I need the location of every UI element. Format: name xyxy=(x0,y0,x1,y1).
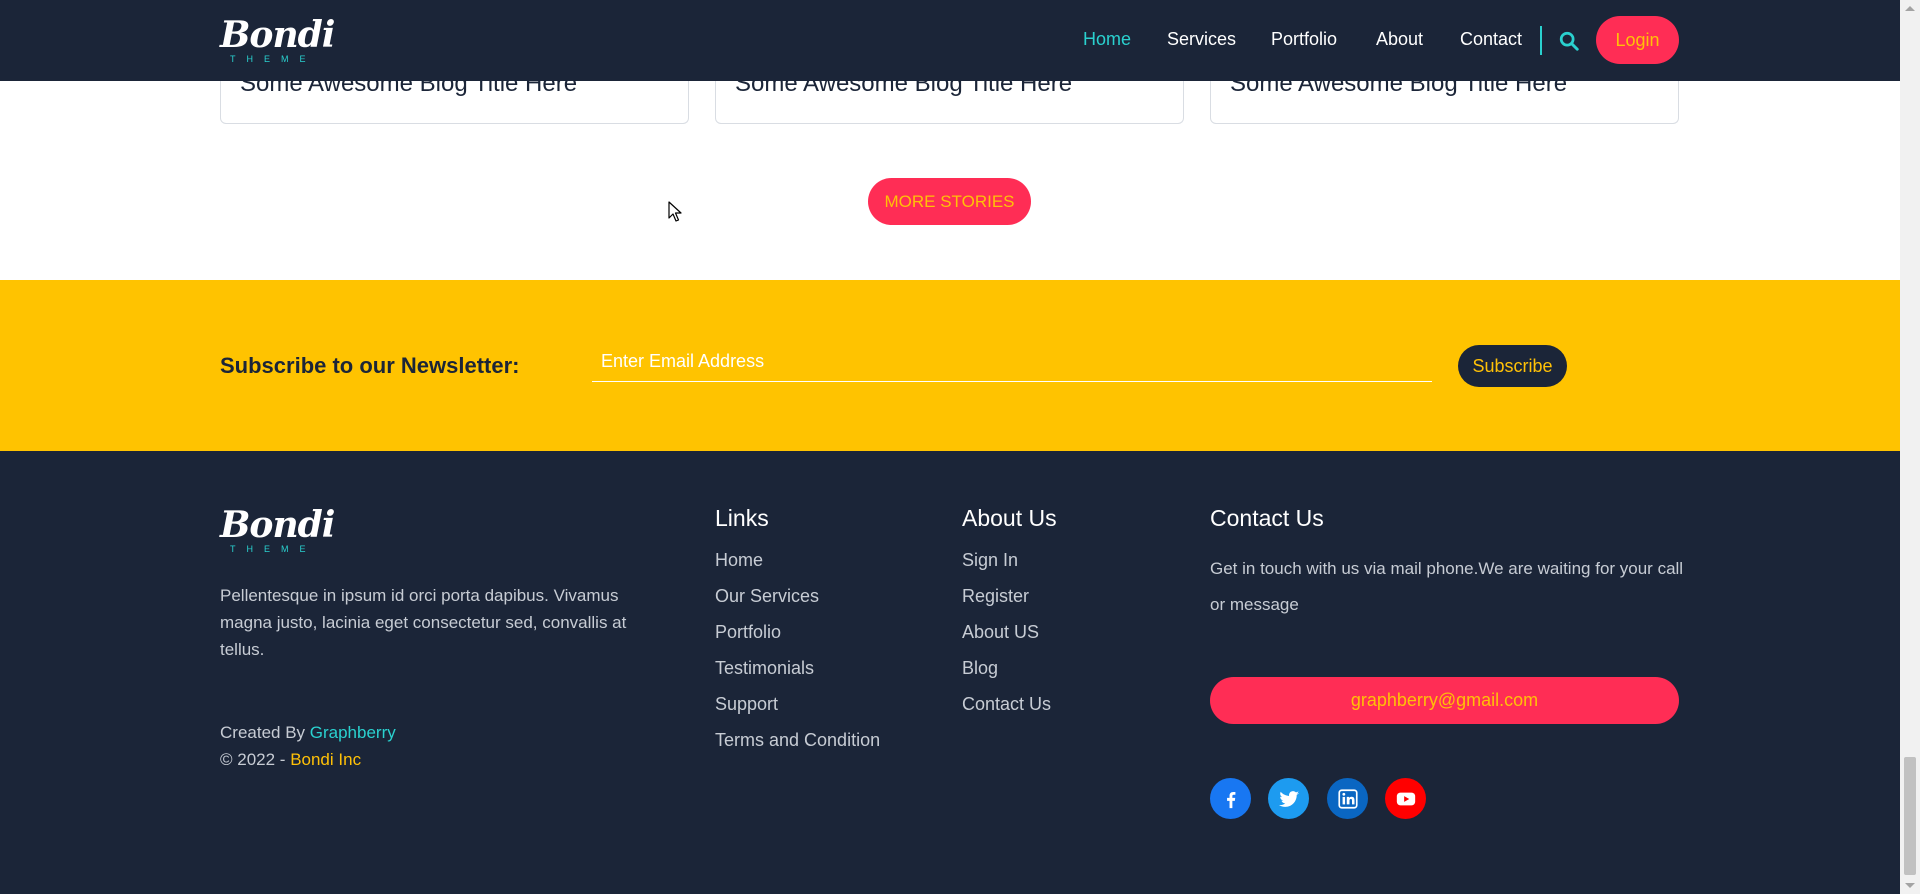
footer-link-support[interactable]: Support xyxy=(715,686,880,722)
footer-link-about[interactable]: About US xyxy=(962,614,1051,650)
header: Bondi THEME Home Services Portfolio Abou… xyxy=(0,0,1900,81)
search-icon[interactable] xyxy=(1558,30,1580,52)
facebook-glyph xyxy=(1226,791,1235,808)
nav-contact[interactable]: Contact xyxy=(1460,29,1522,50)
newsletter-email-input[interactable] xyxy=(592,342,1432,382)
footer-link-blog[interactable]: Blog xyxy=(962,650,1051,686)
more-stories-button[interactable]: MORE STORIES xyxy=(868,178,1031,225)
copyright-label: © 2022 - xyxy=(220,750,291,769)
nav-divider xyxy=(1540,26,1542,55)
footer-link-contact[interactable]: Contact Us xyxy=(962,686,1051,722)
page: Some Awesome Blog Title Here Some Awesom… xyxy=(0,0,1900,894)
footer-logo-text: Bondi xyxy=(220,504,335,546)
newsletter-section: Subscribe to our Newsletter: Subscribe xyxy=(0,280,1900,451)
links-title: Links xyxy=(715,505,769,531)
linkedin-icon[interactable] xyxy=(1327,778,1368,819)
footer-logo[interactable]: Bondi THEME xyxy=(220,504,335,556)
linkedin-glyph xyxy=(1337,788,1358,809)
youtube-glyph xyxy=(1396,792,1415,805)
facebook-icon[interactable] xyxy=(1210,778,1251,819)
footer-link-testimonials[interactable]: Testimonials xyxy=(715,650,880,686)
logo[interactable]: Bondi THEME xyxy=(220,14,335,66)
twitter-icon[interactable] xyxy=(1268,778,1309,819)
subscribe-button[interactable]: Subscribe xyxy=(1458,345,1567,387)
youtube-icon[interactable] xyxy=(1385,778,1426,819)
logo-text: Bondi xyxy=(220,14,335,56)
footer-link-home[interactable]: Home xyxy=(715,542,880,578)
footer-logo-subtext: THEME xyxy=(230,544,317,554)
login-button[interactable]: Login xyxy=(1596,16,1679,64)
mouse-cursor-icon xyxy=(668,201,682,222)
contact-title: Contact Us xyxy=(1210,505,1324,531)
footer: Bondi THEME Pellentesque in ipsum id orc… xyxy=(0,451,1900,894)
copyright-link[interactable]: Bondi Inc xyxy=(290,750,361,769)
about-list: Sign In Register About US Blog Contact U… xyxy=(962,542,1051,722)
footer-link-sign-in[interactable]: Sign In xyxy=(962,542,1051,578)
logo-subtext: THEME xyxy=(230,54,317,64)
footer-link-services[interactable]: Our Services xyxy=(715,578,880,614)
nav-services[interactable]: Services xyxy=(1167,29,1236,50)
links-list: Home Our Services Portfolio Testimonials… xyxy=(715,542,880,758)
created-by-label: Created By xyxy=(220,723,310,742)
nav-home[interactable]: Home xyxy=(1083,29,1131,50)
nav-portfolio[interactable]: Portfolio xyxy=(1271,29,1337,50)
scroll-up-icon[interactable] xyxy=(1905,6,1915,11)
email-button[interactable]: graphberry@gmail.com xyxy=(1210,677,1679,724)
footer-link-terms[interactable]: Terms and Condition xyxy=(715,722,880,758)
created-by-link[interactable]: Graphberry xyxy=(310,723,396,742)
newsletter-title: Subscribe to our Newsletter: xyxy=(220,353,520,378)
contact-text: Get in touch with us via mail phone.We a… xyxy=(1210,559,1684,614)
footer-link-portfolio[interactable]: Portfolio xyxy=(715,614,880,650)
about-title: About Us xyxy=(962,505,1057,531)
footer-credits: Created By Graphberry © 2022 - Bondi Inc xyxy=(220,719,396,773)
footer-description: Pellentesque in ipsum id orci porta dapi… xyxy=(220,586,627,659)
nav-about[interactable]: About xyxy=(1376,29,1423,50)
footer-link-register[interactable]: Register xyxy=(962,578,1051,614)
scrollbar-thumb[interactable] xyxy=(1904,757,1916,875)
scroll-down-icon[interactable] xyxy=(1905,883,1915,888)
scrollbar[interactable] xyxy=(1900,0,1920,894)
twitter-glyph xyxy=(1278,790,1299,807)
